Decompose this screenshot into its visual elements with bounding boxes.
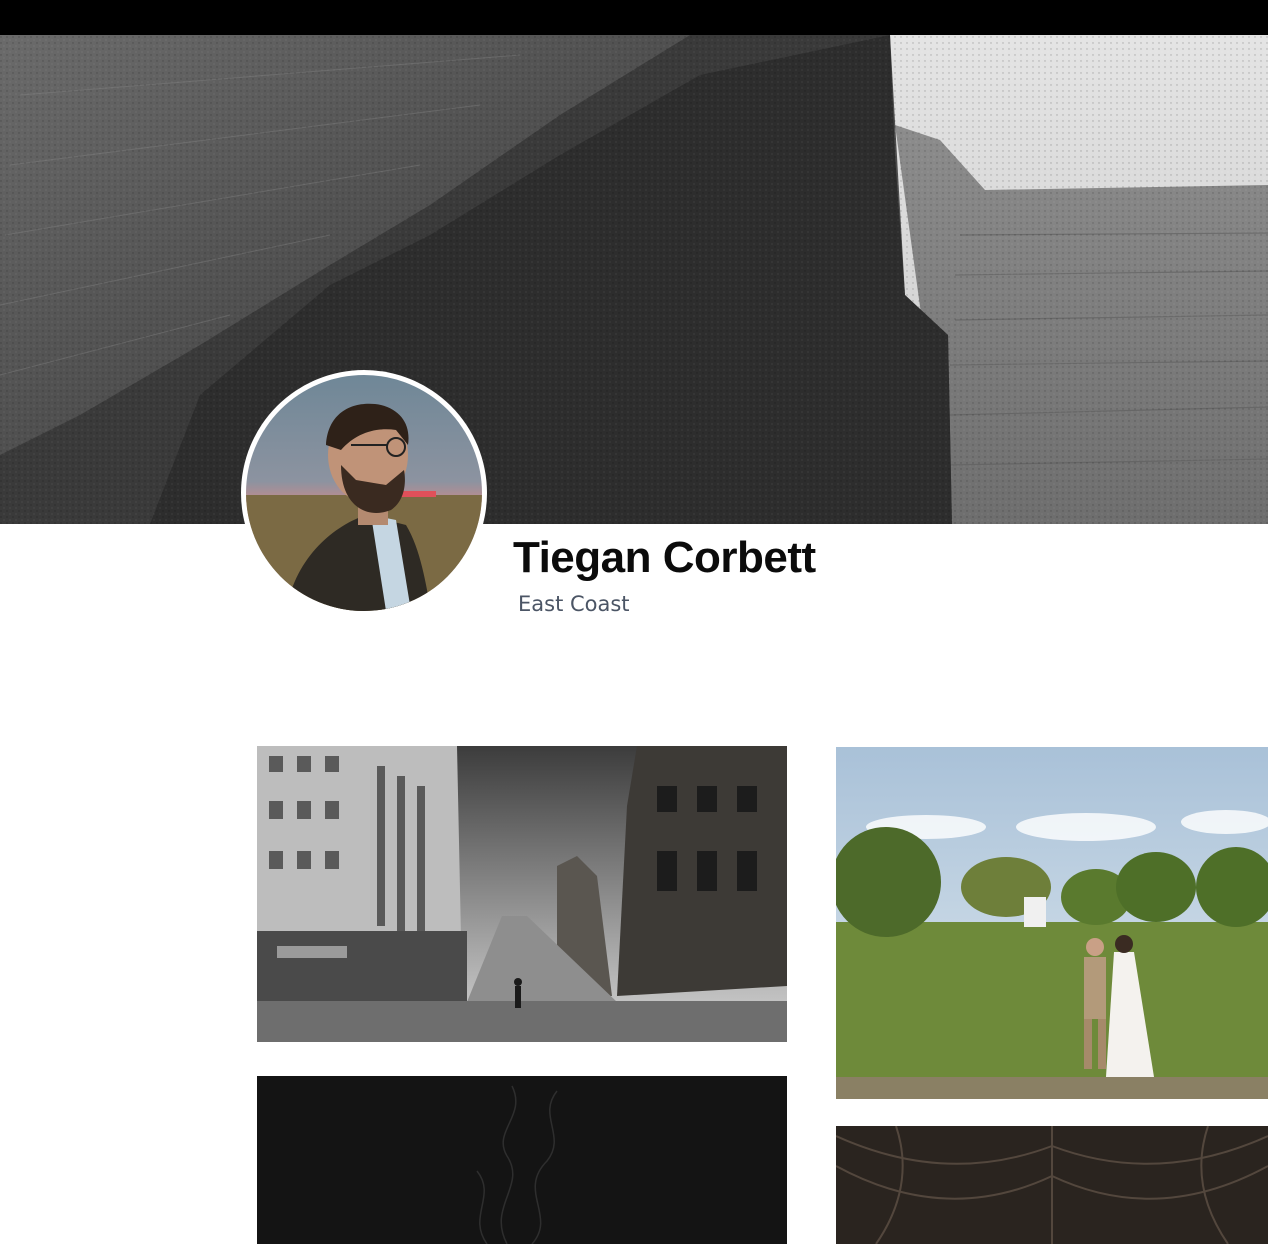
cover-photo xyxy=(0,35,1268,524)
city-street-photo-icon xyxy=(257,746,787,1042)
gallery-photo-smoke[interactable] xyxy=(257,1076,787,1244)
top-bar xyxy=(0,0,1268,35)
profile-portrait-icon xyxy=(246,375,482,611)
gallery-photo-city-street[interactable] xyxy=(257,746,787,1042)
gallery-photo-cathedral-ceiling[interactable] xyxy=(836,1126,1268,1244)
wedding-couple-photo-icon xyxy=(836,747,1268,1099)
profile-name: Tiegan Corbett xyxy=(513,533,816,582)
profile-avatar[interactable] xyxy=(241,370,487,616)
smoke-photo-icon xyxy=(257,1076,787,1244)
gallery-photo-wedding-couple[interactable] xyxy=(836,747,1268,1099)
profile-location: East Coast xyxy=(518,592,630,616)
cathedral-ceiling-photo-icon xyxy=(836,1126,1268,1244)
